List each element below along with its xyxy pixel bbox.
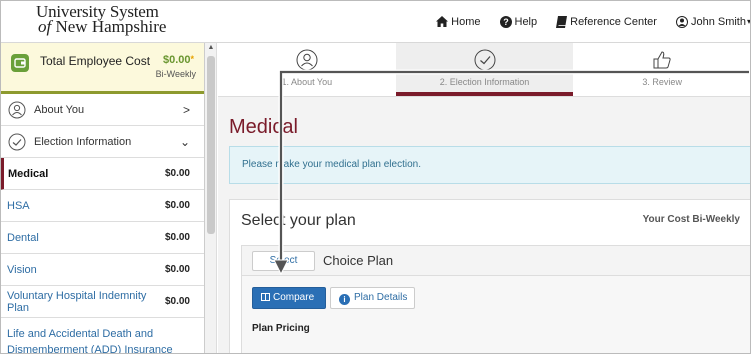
logo-of: of (38, 17, 52, 36)
plan-details-button[interactable]: i Plan Details (330, 287, 415, 309)
sidebar-item-amount: $0.00 (164, 264, 190, 275)
step-tracker: 1. About You 2. Election Information 3. … (218, 43, 751, 97)
sidebar-item-amount: $0.00 (164, 200, 190, 211)
select-plan-button[interactable]: Select (252, 251, 315, 271)
sidebar-item-label: HSA (7, 199, 30, 212)
nav-reference-label: Reference Center (570, 15, 657, 28)
book-icon (556, 15, 568, 28)
usnh-logo[interactable]: University System of New Hampshire (36, 3, 167, 36)
caret-down-icon: ▾ (746, 17, 751, 26)
chevron-down-icon: ⌄ (179, 134, 190, 149)
home-icon (436, 16, 449, 27)
thumbs-up-icon (653, 51, 671, 69)
sidebar-item-voluntary-hospital-indemnity[interactable]: Voluntary Hospital Indemnity Plan $0.00 (0, 286, 204, 318)
plan-card-header: Select Choice Plan (242, 246, 751, 276)
person-icon (296, 49, 318, 71)
sidebar-item-amount: $0.00 (164, 296, 190, 307)
sidebar-item-medical[interactable]: Medical $0.00 (0, 158, 204, 190)
cost-label: Total Employee Cost (40, 54, 151, 68)
panel-title: Select your plan (241, 212, 356, 229)
sidebar-item-label: Medical (8, 167, 49, 180)
info-alert: Please make your medical plan election. (229, 146, 751, 184)
compare-label: Compare (273, 292, 315, 303)
cost-column-header: Your Cost Bi-Weekly (642, 214, 740, 225)
plan-card-choice: Select Choice Plan Compare i Plan Details… (241, 245, 751, 354)
top-bar: University System of New Hampshire Home … (0, 0, 751, 43)
svg-text:?: ? (503, 17, 509, 27)
sidebar-item-hsa[interactable]: HSA $0.00 (0, 190, 204, 222)
cost-amount: $0.00* (163, 54, 194, 66)
nav-user-label: John Smith (690, 15, 746, 28)
logo-line-2: of New Hampshire (36, 17, 167, 36)
nav-reference-center[interactable]: Reference Center (556, 15, 657, 28)
sidebar-scroll-thumb[interactable] (207, 56, 215, 234)
cost-frequency: Bi-Weekly (155, 69, 196, 79)
scroll-up-icon[interactable]: ▲ (207, 44, 215, 54)
nav-help[interactable]: ? Help (499, 15, 538, 28)
columns-icon (261, 293, 270, 301)
chevron-right-icon: > (182, 102, 190, 117)
nav-help-label: Help (514, 15, 538, 28)
step-election-information[interactable]: 2. Election Information (395, 43, 574, 96)
step-review[interactable]: 3. Review (573, 43, 751, 96)
user-circle-icon (675, 15, 688, 28)
main-content: Medical Please make your medical plan el… (218, 97, 751, 354)
sidebar-item-label: Vision (7, 263, 37, 276)
step-about-you[interactable]: 1. About You (218, 43, 396, 96)
sidebar-section-label: Election Information (34, 135, 132, 148)
info-icon: i (339, 294, 350, 305)
cost-asterisk: * (190, 54, 194, 64)
sidebar-item-label: Voluntary Hospital Indemnity Plan (7, 289, 147, 314)
sidebar-item-dental[interactable]: Dental $0.00 (0, 222, 204, 254)
sidebar-item-amount: $0.00 (164, 232, 190, 243)
nav-home-label: Home (451, 15, 481, 28)
compare-button[interactable]: Compare (252, 287, 326, 309)
plan-name: Choice Plan (323, 253, 394, 268)
step-label: 1. About You (281, 77, 333, 87)
total-employee-cost: Total Employee Cost $0.00* Bi-Weekly (0, 43, 204, 94)
sidebar-item-life-add-insurance[interactable]: Life and Accidental Death and Dismemberm… (0, 318, 204, 354)
sidebar-item-amount: $0.00 (164, 168, 190, 179)
sidebar-item-vision[interactable]: Vision $0.00 (0, 254, 204, 286)
step-label: 2. Election Information (439, 77, 530, 87)
nav-home[interactable]: Home (436, 15, 481, 28)
sidebar-section-election-information[interactable]: Election Information ⌄ (0, 126, 204, 158)
person-circle-icon (8, 101, 26, 118)
sidebar-item-label: Dental (7, 231, 39, 244)
sidebar-section-about-you[interactable]: About You > (0, 94, 204, 126)
nav-user-menu[interactable]: John Smith ▾ (675, 15, 751, 28)
plan-pricing-heading: Plan Pricing (252, 323, 310, 334)
check-circle-icon (474, 49, 495, 71)
sidebar-item-label: Life and Accidental Death and Dismemberm… (7, 328, 173, 354)
cost-amount-value: $0.00 (162, 54, 191, 66)
plan-details-label: Plan Details (354, 292, 408, 303)
sidebar-section-label: About You (34, 103, 85, 116)
wallet-icon (11, 54, 29, 72)
step-label: 3. Review (642, 77, 682, 87)
check-circle-icon (8, 133, 26, 150)
logo-name: New Hampshire (55, 17, 167, 36)
page-title: Medical (229, 116, 298, 138)
help-icon: ? (499, 15, 512, 28)
sidebar: Total Employee Cost $0.00* Bi-Weekly Abo… (0, 43, 205, 354)
top-nav: Home ? Help Reference Center John Smith … (417, 0, 751, 43)
select-plan-panel: Select your plan Your Cost Bi-Weekly Sel… (229, 199, 751, 354)
